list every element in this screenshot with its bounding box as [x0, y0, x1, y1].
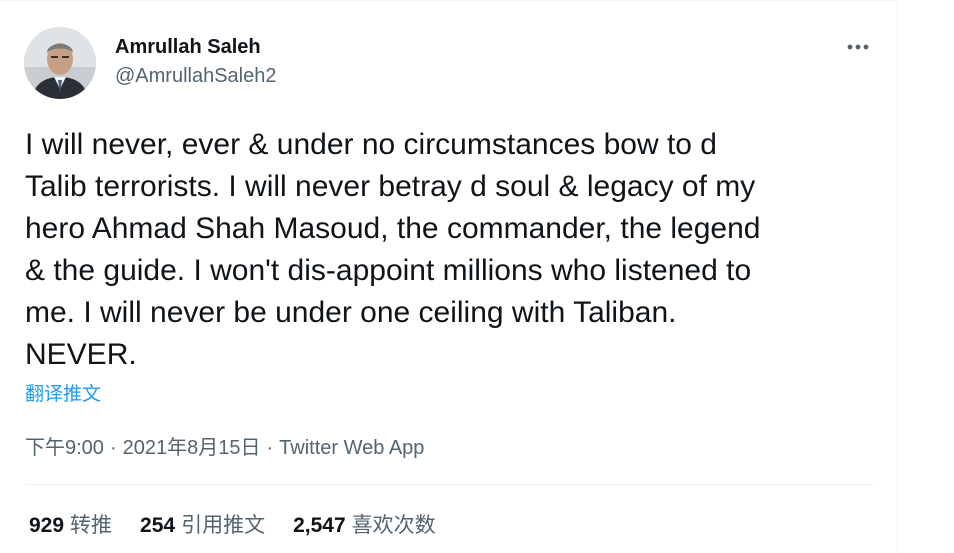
likes-stat[interactable]: 2,547 喜欢次数	[293, 509, 436, 539]
meta-separator: ·	[266, 437, 274, 459]
divider	[25, 484, 873, 485]
tweet-text-line: & the guide. I won't dis-appoint million…	[25, 254, 752, 287]
tweet-card: Amrullah Saleh @AmrullahSaleh2 I will ne…	[0, 0, 898, 553]
more-horizontal-icon	[847, 44, 869, 50]
quote-tweets-stat[interactable]: 254 引用推文	[140, 509, 265, 539]
tweet-text-line: I will never, ever & under no circumstan…	[25, 128, 717, 161]
page: Amrullah Saleh @AmrullahSaleh2 I will ne…	[0, 0, 954, 553]
right-gutter	[898, 0, 954, 553]
quote-tweets-count: 254	[140, 514, 176, 537]
author-handle[interactable]: @AmrullahSaleh2	[115, 65, 277, 88]
retweets-stat[interactable]: 929 转推	[29, 509, 112, 539]
tweet-date[interactable]: 2021年8月15日	[123, 437, 261, 459]
translate-tweet-link[interactable]: 翻译推文	[25, 379, 101, 406]
likes-label: 喜欢次数	[351, 514, 436, 537]
tweet-metadata: 下午9:00 · 2021年8月15日 · Twitter Web App	[25, 431, 424, 460]
meta-separator: ·	[109, 437, 117, 459]
tweet-stats: 929 转推 254 引用推文 2,547 喜欢次数	[29, 509, 464, 539]
author-avatar[interactable]	[24, 27, 96, 99]
retweets-count: 929	[29, 514, 65, 537]
quote-tweets-label: 引用推文	[181, 514, 266, 537]
retweets-label: 转推	[70, 514, 113, 537]
tweet-source-link[interactable]: Twitter Web App	[279, 437, 424, 459]
tweet-text-line: hero Ahmad Shah Masoud, the commander, t…	[25, 212, 761, 245]
tweet-text-line: me. I will never be under one ceiling wi…	[25, 296, 677, 329]
tweet-text: I will never, ever & under no circumstan…	[25, 124, 875, 376]
author-display-name[interactable]: Amrullah Saleh	[115, 36, 261, 59]
tweet-text-line: NEVER.	[25, 338, 137, 371]
tweet-time[interactable]: 下午9:00	[25, 437, 104, 459]
likes-count: 2,547	[293, 514, 346, 537]
user-avatar-photo-icon	[24, 27, 96, 99]
tweet-text-line: Talib terrorists. I will never betray d …	[25, 170, 756, 203]
more-options-button[interactable]	[840, 31, 876, 63]
